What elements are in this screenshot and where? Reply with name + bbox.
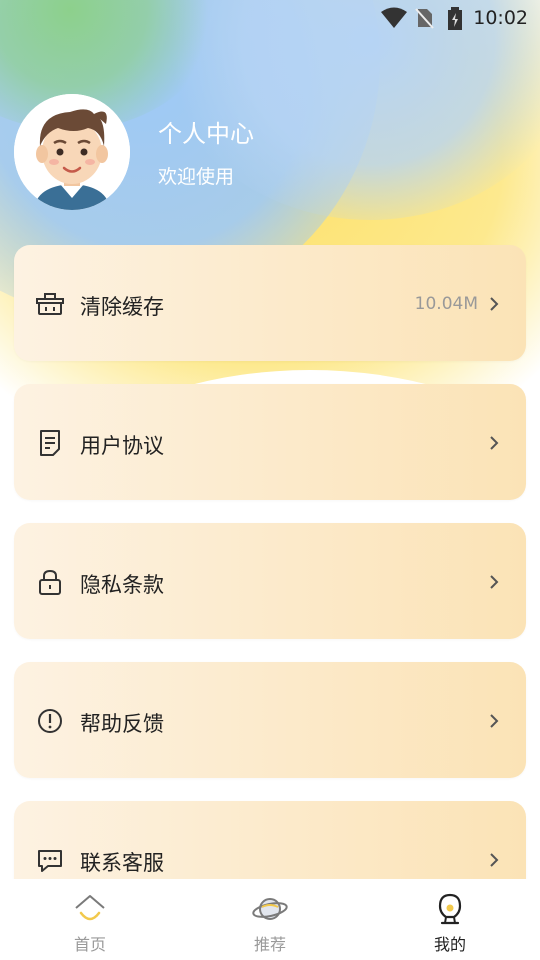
tab-label: 我的 [433, 935, 466, 954]
chevron-right-icon [490, 297, 499, 311]
tab-mine[interactable]: 我的 [360, 879, 540, 960]
bottom-tab-bar: 首页 推荐 我的 [0, 879, 540, 960]
menu-item-user-agreement[interactable]: 用户协议 [14, 384, 526, 500]
menu-item-label: 用户协议 [80, 434, 164, 458]
status-time: 10:02 [473, 7, 528, 29]
profile-subtitle: 欢迎使用 [158, 166, 235, 188]
document-icon [40, 430, 60, 456]
chevron-right-icon [490, 853, 499, 867]
chevron-right-icon [490, 714, 499, 728]
status-bar: 10:02 [0, 0, 540, 36]
tab-label: 首页 [73, 935, 106, 954]
battery-icon [448, 7, 462, 30]
menu-item-label: 清除缓存 [80, 295, 164, 319]
menu-item-label: 隐私条款 [80, 573, 164, 597]
wifi-icon [381, 7, 407, 28]
cache-size-value: 10.04M [414, 294, 478, 314]
tab-recommend[interactable]: 推荐 [180, 879, 360, 960]
lock-icon [39, 569, 61, 595]
chat-icon [38, 850, 62, 872]
tab-label: 推荐 [253, 935, 286, 954]
menu-item-label: 帮助反馈 [80, 712, 164, 736]
chevron-right-icon [490, 436, 499, 450]
no-sim-icon [415, 8, 434, 29]
menu-item-label: 联系客服 [80, 851, 164, 875]
tab-home[interactable]: 首页 [0, 879, 180, 960]
settings-menu: 清除缓存 10.04M 用户协议 隐私条款 帮助反馈 联系客服 [14, 245, 526, 940]
menu-item-help-feedback[interactable]: 帮助反馈 [14, 662, 526, 778]
alert-circle-icon [38, 709, 62, 733]
basket-icon [36, 293, 64, 315]
chevron-right-icon [490, 575, 499, 589]
home-icon [75, 895, 105, 921]
profile-icon [438, 893, 462, 925]
avatar-illustration [14, 94, 130, 210]
planet-icon [252, 898, 288, 920]
profile-title: 个人中心 [158, 120, 254, 148]
menu-item-clear-cache[interactable]: 清除缓存 10.04M [14, 245, 526, 361]
avatar[interactable] [14, 94, 130, 210]
menu-item-privacy[interactable]: 隐私条款 [14, 523, 526, 639]
